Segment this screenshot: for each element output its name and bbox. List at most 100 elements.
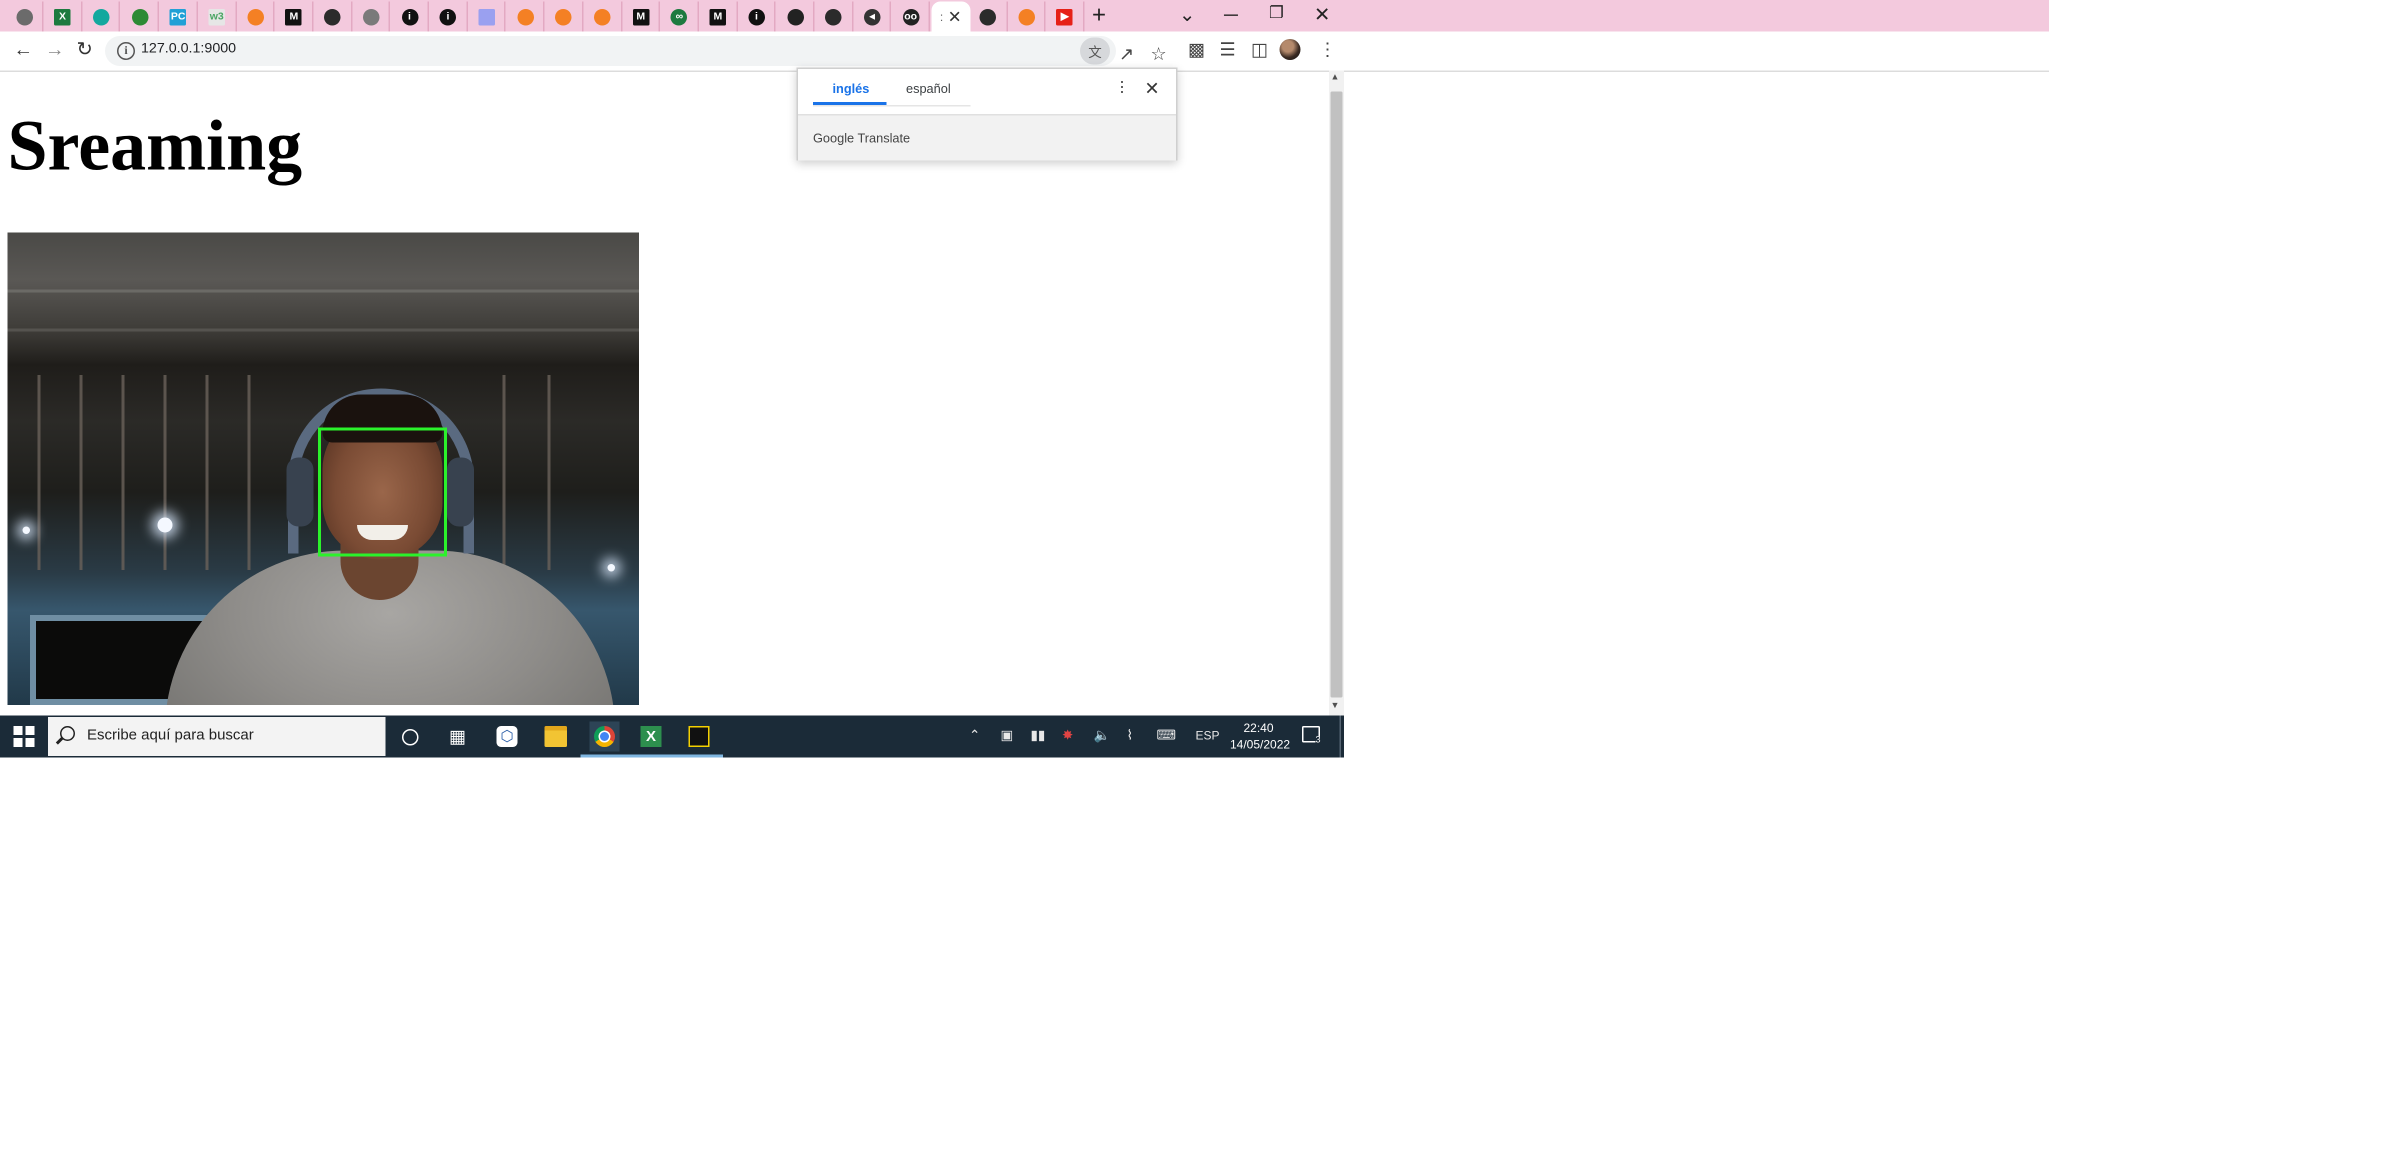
restore-button[interactable]: ❐ [1269, 3, 1284, 23]
extensions-puzzle-icon[interactable]: ▩ [1188, 39, 1205, 60]
browser-tab[interactable] [816, 1, 854, 32]
tab-close-icon[interactable]: ✕ [948, 7, 962, 26]
tab-search-button[interactable]: ⌄ [1179, 3, 1195, 27]
browser-tab[interactable]: X [45, 1, 83, 32]
globe-icon [362, 8, 380, 25]
browser-tab[interactable]: ◂ [854, 1, 892, 32]
taskbar-search-box[interactable]: Escribe aquí para buscar [48, 717, 386, 756]
clock-time[interactable]: 22:40 [1244, 722, 1274, 736]
openai-icon [979, 8, 996, 25]
browser-tab[interactable] [314, 1, 352, 32]
image-app-glyph [688, 726, 710, 747]
browser-tab[interactable] [777, 1, 815, 32]
brand-google: Google [813, 130, 855, 146]
image-app-icon[interactable] [675, 722, 723, 758]
scroll-thumb[interactable] [1330, 91, 1343, 698]
medium-icon: M [632, 8, 650, 25]
browser-tab[interactable] [353, 1, 391, 32]
wifi-icon[interactable]: ⌇ [1127, 728, 1134, 745]
vertical-scrollbar[interactable]: ▲ ▼ [1329, 70, 1344, 716]
start-tile [24, 726, 34, 735]
browser-tab[interactable] [1008, 1, 1046, 32]
minimize-button[interactable]: ─ [1224, 3, 1238, 26]
video-stream [7, 232, 639, 705]
new-tab-button[interactable]: + [1092, 3, 1106, 30]
medium-icon: M [709, 8, 727, 25]
close-window-button[interactable]: ✕ [1314, 3, 1330, 27]
back-arrow-icon[interactable]: ← [14, 38, 34, 61]
browser-tab[interactable]: i [430, 1, 468, 32]
volume-icon[interactable]: 🔈 [1094, 728, 1111, 745]
start-tile [13, 737, 23, 747]
app-hexagon-icon[interactable]: ⬡ [492, 722, 522, 752]
browser-tab[interactable] [237, 1, 275, 32]
browser-tab[interactable]: ▶ [1047, 1, 1085, 32]
browser-tab[interactable] [546, 1, 584, 32]
browser-tab[interactable]: M [276, 1, 314, 32]
show-desktop-button[interactable] [1339, 715, 1341, 758]
chrome-center [598, 730, 611, 743]
browser-tab[interactable]: PC [160, 1, 198, 32]
browser-tab[interactable] [6, 1, 44, 32]
pycharm-icon: PC [169, 8, 187, 25]
desktop-screen: X PC w3 Mi i M ∞ Mi ◂ oo: ✕ ▶ + ⌄ ─ ❐ ✕ ← → ↻ i 127… [0, 0, 2049, 1152]
bookmark-star-icon[interactable]: ☆ [1151, 44, 1167, 65]
browser-tab[interactable] [83, 1, 121, 32]
target-language-tab[interactable]: español [906, 81, 951, 96]
browser-tab[interactable] [970, 1, 1008, 32]
xcode-app-icon[interactable]: X [627, 722, 675, 758]
keyboard-icon[interactable]: ⌨ [1157, 728, 1177, 745]
search-placeholder[interactable]: Escribe aquí para buscar [87, 728, 254, 745]
scroll-up-arrow-icon[interactable]: ▲ [1331, 74, 1340, 83]
github-icon [786, 8, 804, 25]
share-icon[interactable]: ↗ [1119, 44, 1134, 65]
side-panel-icon[interactable]: ◫ [1251, 39, 1268, 60]
google-translate-brand: Google Translate [813, 131, 910, 146]
tripadvisor-icon: oo [902, 8, 919, 25]
browser-tab[interactable] [507, 1, 545, 32]
battery-icon[interactable]: ▮▮ [1031, 728, 1046, 745]
browser-tab[interactable] [122, 1, 160, 32]
windows-start-icon[interactable] [13, 726, 35, 747]
task-view-icon[interactable]: ▦ [443, 722, 473, 752]
browser-tab[interactable] [584, 1, 622, 32]
close-popup-icon[interactable]: ✕ [1145, 78, 1160, 99]
meet-now-icon[interactable]: ▣ [1001, 728, 1014, 745]
media-control-icon[interactable]: ☰ [1220, 39, 1236, 60]
antivirus-icon[interactable]: ✸ [1062, 728, 1073, 745]
address-bar[interactable]: i 127.0.0.1:9000 文 ↗ ☆ [105, 36, 1167, 66]
globe-icon [15, 8, 33, 25]
scroll-down-arrow-icon[interactable]: ▼ [1331, 702, 1340, 711]
diamond-icon [92, 8, 110, 25]
browser-tab[interactable]: w3 [199, 1, 237, 32]
reload-icon[interactable]: ↻ [77, 38, 93, 62]
info-icon[interactable]: i [117, 42, 135, 60]
forward-arrow-icon[interactable]: → [45, 38, 65, 61]
browser-tab[interactable]: ∞ [661, 1, 699, 32]
browser-tab[interactable] [469, 1, 507, 32]
stackoverflow-icon [1018, 8, 1035, 25]
source-language-tab[interactable]: inglés [833, 81, 870, 96]
more-options-icon[interactable]: ⋮ [1115, 80, 1130, 97]
notification-count: 3 [1315, 736, 1321, 746]
street-light [22, 526, 30, 534]
url-text[interactable]: 127.0.0.1:9000 [141, 41, 236, 58]
tab-active[interactable]: : ✕ [931, 1, 971, 32]
circle-shape [401, 728, 418, 745]
page-title: Sreaming [7, 106, 303, 187]
browser-tab[interactable]: M [623, 1, 661, 32]
browser-tab[interactable]: oo [893, 1, 931, 32]
cortana-circle-icon[interactable] [395, 722, 425, 752]
show-hidden-icons-icon[interactable]: ⌃ [969, 728, 980, 745]
file-explorer-icon[interactable] [540, 722, 570, 752]
kebab-menu-icon[interactable]: ⋮ [1319, 39, 1337, 60]
translate-icon[interactable]: 文 [1080, 37, 1110, 65]
chrome-icon[interactable] [580, 721, 629, 758]
clock-date[interactable]: 14/05/2022 [1230, 738, 1290, 752]
window-bar [121, 375, 125, 570]
browser-tab[interactable]: i [738, 1, 776, 32]
browser-tab[interactable]: M [700, 1, 738, 32]
profile-avatar[interactable] [1279, 39, 1301, 60]
browser-tab[interactable]: i [392, 1, 429, 32]
language-indicator[interactable]: ESP [1196, 729, 1220, 743]
